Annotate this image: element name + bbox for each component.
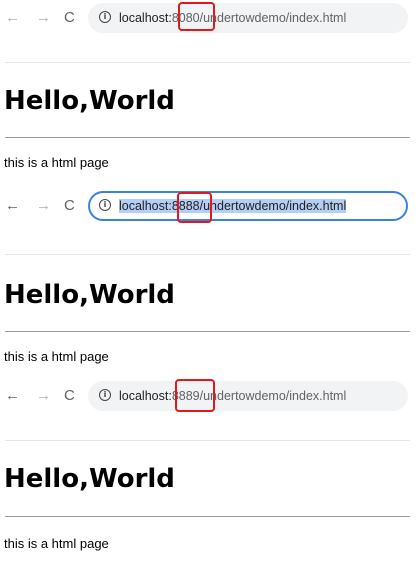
reload-icon[interactable]: C xyxy=(64,387,75,405)
toolbar-divider xyxy=(5,254,410,255)
page-paragraph: this is a html page xyxy=(4,349,109,364)
back-arrow-icon[interactable]: ← xyxy=(5,9,20,27)
address-bar[interactable]: i localhost:8889/undertowdemo/index.html xyxy=(88,381,408,411)
browser-toolbar: ← → C i localhost:8889/undertowdemo/inde… xyxy=(0,378,420,414)
browser-toolbar: ← → C i localhost:8080/undertowdemo/inde… xyxy=(0,0,420,36)
address-bar[interactable]: i localhost:8080/undertowdemo/index.html xyxy=(88,3,408,33)
url-host: localhost: xyxy=(119,11,172,25)
page-horizontal-rule xyxy=(5,331,410,332)
info-icon[interactable]: i xyxy=(99,389,111,401)
browser-window-3: ← → C i localhost:8889/undertowdemo/inde… xyxy=(0,378,420,568)
url-host: localhost: xyxy=(119,199,172,213)
page-heading: Hello,World xyxy=(4,86,175,116)
url-text[interactable]: localhost:8080/undertowdemo/index.html xyxy=(119,10,346,26)
page-paragraph: this is a html page xyxy=(4,536,109,551)
page-paragraph: this is a html page xyxy=(4,155,109,170)
forward-arrow-icon[interactable]: → xyxy=(36,9,51,27)
port-annotation-box xyxy=(177,192,212,223)
forward-arrow-icon[interactable]: → xyxy=(36,387,51,405)
reload-icon[interactable]: C xyxy=(64,197,75,215)
toolbar-divider xyxy=(5,62,410,63)
browser-window-1: ← → C i localhost:8080/undertowdemo/inde… xyxy=(0,0,420,188)
info-icon[interactable]: i xyxy=(99,11,111,23)
page-heading: Hello,World xyxy=(4,464,175,494)
address-bar[interactable]: i localhost:8888/undertowdemo/index.html xyxy=(88,191,408,221)
reload-icon[interactable]: C xyxy=(64,9,75,27)
url-path: /undertowdemo/index.html xyxy=(199,389,347,403)
page-heading: Hello,World xyxy=(4,280,175,310)
url-host: localhost: xyxy=(119,389,172,403)
port-annotation-box xyxy=(178,2,215,31)
url-text[interactable]: localhost:8888/undertowdemo/index.html xyxy=(119,198,347,214)
url-path: /undertowdemo/index.html xyxy=(199,11,347,25)
back-arrow-icon[interactable]: ← xyxy=(5,387,20,405)
forward-arrow-icon[interactable]: → xyxy=(36,197,51,215)
info-icon[interactable]: i xyxy=(99,199,111,211)
browser-window-2: ← → C i localhost:8888/undertowdemo/inde… xyxy=(0,188,420,378)
browser-toolbar: ← → C i localhost:8888/undertowdemo/inde… xyxy=(0,188,420,224)
back-arrow-icon[interactable]: ← xyxy=(5,197,20,215)
port-annotation-box xyxy=(175,379,215,412)
page-horizontal-rule xyxy=(5,137,410,138)
url-path: /undertowdemo/index.html xyxy=(199,199,347,213)
page-horizontal-rule xyxy=(5,516,410,517)
url-text[interactable]: localhost:8889/undertowdemo/index.html xyxy=(119,388,346,404)
toolbar-divider xyxy=(5,440,410,441)
